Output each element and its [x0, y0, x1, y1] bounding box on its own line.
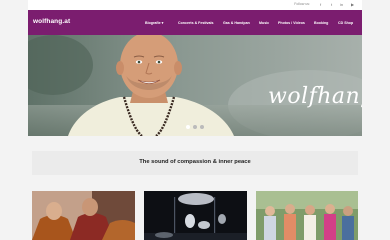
linkedin-icon[interactable]: in — [339, 2, 344, 7]
top-strip: Follow us: — [28, 0, 362, 10]
slider-dot[interactable] — [200, 125, 204, 129]
thumbnail-monks[interactable] — [32, 191, 135, 240]
thumbnail-concert[interactable] — [144, 191, 247, 240]
follow-us-label: Follow us: — [294, 2, 310, 6]
site-logo[interactable]: wolfhang.at — [33, 18, 70, 25]
nav-item-gas-handpan[interactable]: Gas & Handpan — [223, 21, 250, 25]
nav-item-cd-shop[interactable]: CD Shop — [338, 21, 353, 25]
tagline-band: The sound of compassion & inner peace — [32, 151, 358, 175]
slider-dot-active[interactable] — [186, 125, 190, 129]
nav-item-music[interactable]: Music — [259, 21, 269, 25]
thumbnail-group[interactable] — [256, 191, 358, 240]
youtube-icon[interactable]: ▶ — [350, 2, 355, 7]
chevron-down-icon: ▾ — [161, 21, 164, 25]
page: Follow us: f t in ▶ wolfhang.at Biografi… — [0, 0, 390, 240]
twitter-icon[interactable]: t — [329, 2, 334, 7]
nav-item-concerts[interactable]: Concerts & Festivals — [178, 21, 214, 25]
nav-item-photos-videos[interactable]: Photos / Videos — [278, 21, 305, 25]
hero-slider[interactable]: wolfhang — [28, 35, 362, 136]
nav-item-biografie[interactable]: Biografie ▾ — [145, 21, 163, 25]
nav-item-booking[interactable]: Booking — [314, 21, 328, 25]
hero-script-text: wolfhang — [268, 84, 362, 109]
facebook-icon[interactable]: f — [318, 2, 323, 7]
site-header: wolfhang.at Biografie ▾ Concerts & Festi… — [28, 10, 362, 35]
nav-item-label: Biografie — [145, 21, 161, 25]
slider-dot[interactable] — [193, 125, 197, 129]
tagline-text: The sound of compassion & inner peace — [139, 159, 251, 165]
